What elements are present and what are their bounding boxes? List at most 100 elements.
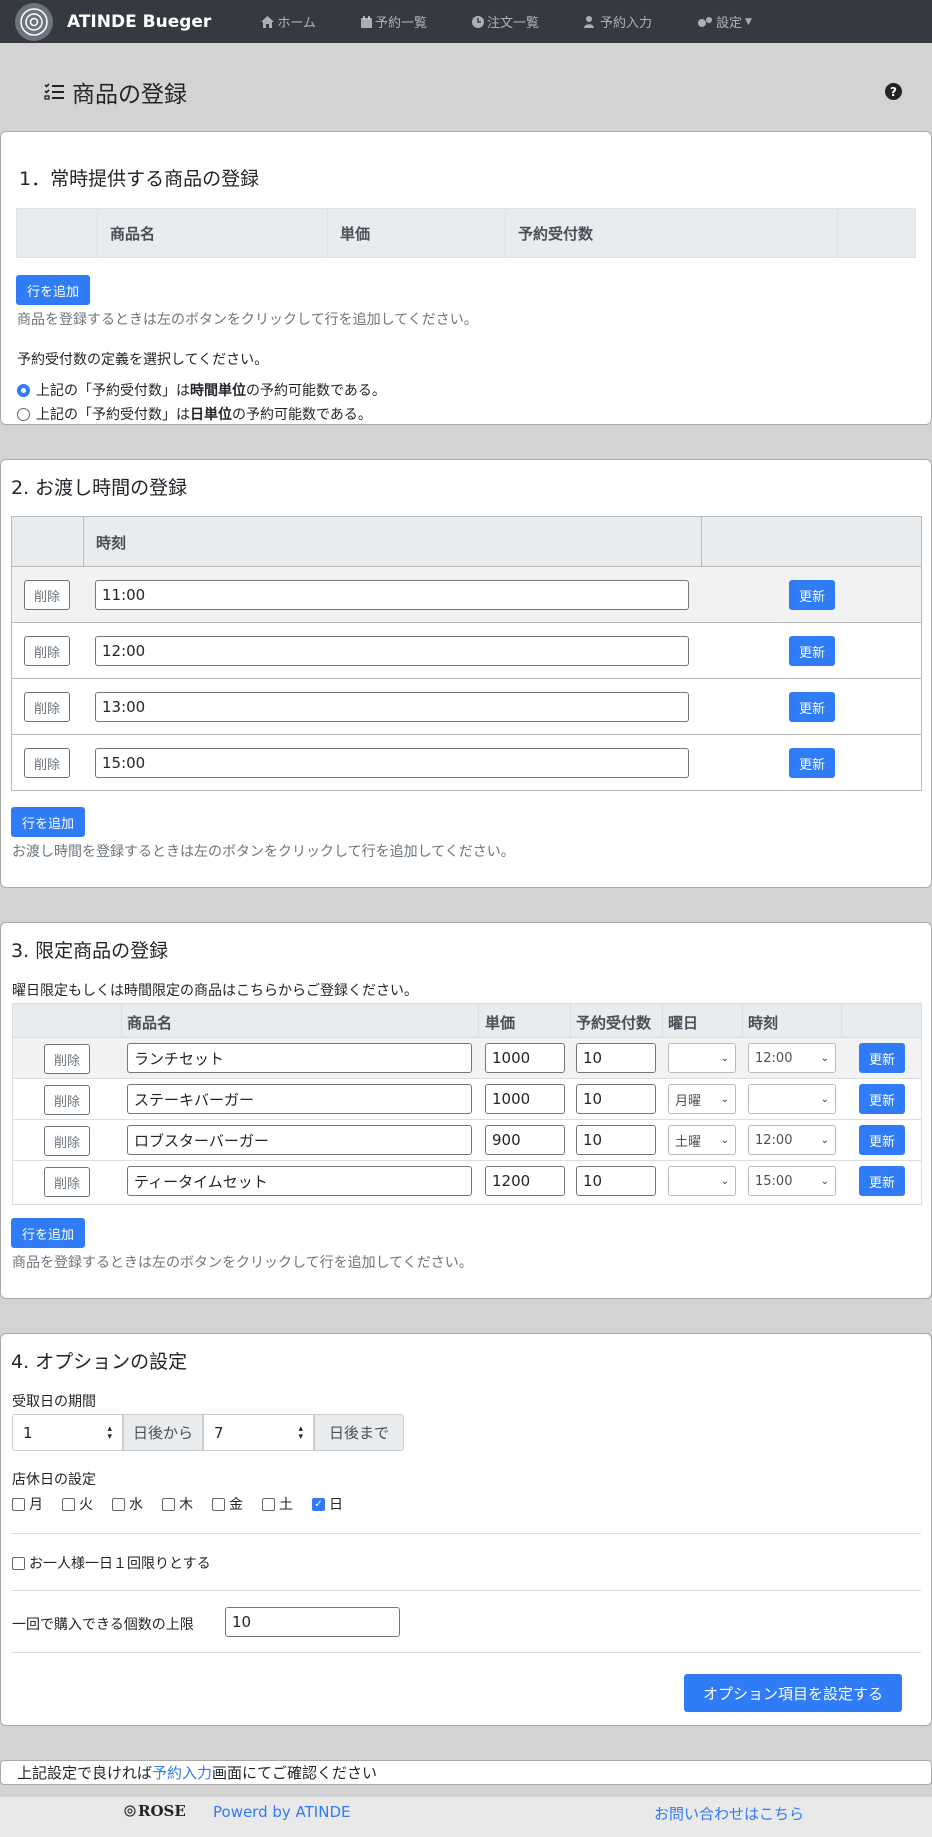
delete-button[interactable]: 削除	[44, 1085, 90, 1115]
delete-button[interactable]: 削除	[24, 580, 70, 610]
chevron-down-icon: ⌄	[720, 1175, 729, 1187]
radio-day-unit[interactable]: 上記の「予約受付数」は日単位の予約可能数である。	[17, 404, 372, 424]
weekday-select[interactable]: ⌄	[668, 1166, 736, 1196]
closed-day-wed-checkbox[interactable]	[112, 1497, 125, 1511]
weekday-select[interactable]: ⌄	[668, 1043, 736, 1073]
nav-reserve-input[interactable]: 予約入力	[583, 12, 652, 31]
delete-button[interactable]: 削除	[24, 692, 70, 722]
limited-products-table: 商品名 単価 予約受付数 曜日 時刻 削除 ⌄ 12:00⌄ 更新 削除 月曜⌄	[12, 1003, 922, 1205]
radio-day-unit-control[interactable]	[17, 407, 30, 421]
update-button[interactable]: 更新	[859, 1125, 905, 1155]
section4-title: 4. オプションの設定	[11, 1351, 188, 1373]
nav-home[interactable]: ホーム	[261, 12, 316, 31]
once-per-day-checkbox[interactable]	[12, 1556, 25, 1570]
table-row: 削除 土曜⌄ 12:00⌄ 更新	[13, 1120, 921, 1161]
update-button[interactable]: 更新	[789, 580, 835, 610]
rose-logo-icon[interactable]	[15, 2, 53, 41]
header-unit-price: 単価	[340, 225, 371, 243]
closed-day-tue-checkbox[interactable]	[62, 1497, 75, 1511]
price-input[interactable]	[485, 1084, 565, 1114]
update-button[interactable]: 更新	[789, 636, 835, 666]
radio-time-unit-control[interactable]	[17, 383, 30, 397]
qty-input[interactable]	[576, 1084, 656, 1114]
update-button[interactable]: 更新	[859, 1043, 905, 1073]
price-input[interactable]	[485, 1166, 565, 1196]
product-name-input[interactable]	[127, 1084, 472, 1114]
closed-day-fri-checkbox[interactable]	[212, 1497, 225, 1511]
regular-products-table-header: 商品名 単価 予約受付数	[16, 208, 916, 258]
divider	[11, 1590, 921, 1591]
notice-pre-text: 上記設定で良ければ	[17, 1764, 153, 1782]
radio-time-unit[interactable]: 上記の「予約受付数」は時間単位の予約可能数である。	[17, 380, 386, 400]
price-input[interactable]	[485, 1125, 565, 1155]
closed-day-thu[interactable]: 木	[162, 1494, 212, 1514]
table-row: 削除 ⌄ 12:00⌄ 更新	[13, 1038, 921, 1079]
qty-input[interactable]	[576, 1166, 656, 1196]
once-per-day-option[interactable]: お一人様一日１回限りとする	[12, 1553, 211, 1573]
closed-day-thu-checkbox[interactable]	[162, 1497, 175, 1511]
qty-input[interactable]	[576, 1043, 656, 1073]
updown-icon: ▴ ▾	[107, 1423, 112, 1442]
time-select[interactable]: 15:00 ⌄	[748, 1166, 836, 1196]
pickup-to-select[interactable]: 7 ▴ ▾	[203, 1414, 314, 1451]
delete-button[interactable]: 削除	[44, 1167, 90, 1197]
delete-button[interactable]: 削除	[44, 1044, 90, 1074]
section2-title: 2. お渡し時間の登録	[11, 477, 188, 499]
section-limited-products: 3. 限定商品の登録 曜日限定もしくは時間限定の商品はこちらからご登録ください。…	[0, 922, 932, 1299]
question-circle-icon[interactable]: ?	[885, 83, 902, 100]
divider	[11, 1652, 921, 1653]
update-button[interactable]: 更新	[859, 1084, 905, 1114]
delete-button[interactable]: 削除	[24, 636, 70, 666]
nav-settings-dropdown[interactable]: 設定 ▼	[697, 12, 752, 31]
add-row-button[interactable]: 行を追加	[11, 807, 85, 837]
reservation-input-link[interactable]: 予約入力	[152, 1762, 212, 1783]
table-row: 削除 更新	[12, 679, 921, 735]
nav-reservations[interactable]: 予約一覧	[360, 12, 427, 31]
update-button[interactable]: 更新	[789, 692, 835, 722]
update-button[interactable]: 更新	[789, 748, 835, 778]
table-row: 削除 更新	[12, 623, 921, 679]
purchase-limit-input[interactable]	[225, 1607, 400, 1637]
brand-name[interactable]: ATINDE Bueger	[67, 12, 211, 32]
nav-reserve-input-label: 予約入力	[599, 16, 652, 31]
chevron-down-icon: ⌄	[820, 1175, 829, 1187]
price-input[interactable]	[485, 1043, 565, 1073]
qty-input[interactable]	[576, 1125, 656, 1155]
gears-icon	[697, 16, 712, 27]
closed-day-sun[interactable]: ✓ 日	[312, 1494, 362, 1514]
contact-link[interactable]: お問い合わせはこちら	[654, 1803, 804, 1824]
closed-day-sat[interactable]: 土	[262, 1494, 312, 1514]
add-row-button[interactable]: 行を追加	[11, 1218, 85, 1248]
time-input[interactable]	[95, 580, 689, 610]
weekday-select[interactable]: 土曜 ⌄	[668, 1125, 736, 1155]
time-select[interactable]: 12:00 ⌄	[748, 1125, 836, 1155]
weekday-select[interactable]: 月曜 ⌄	[668, 1084, 736, 1114]
nav-reservations-label: 予約一覧	[374, 16, 427, 31]
closed-day-sat-checkbox[interactable]	[262, 1497, 275, 1511]
product-name-input[interactable]	[127, 1166, 472, 1196]
delete-button[interactable]: 削除	[44, 1126, 90, 1156]
closed-day-sun-checkbox[interactable]: ✓	[312, 1497, 325, 1511]
time-select[interactable]: 12:00 ⌄	[748, 1043, 836, 1073]
time-input[interactable]	[95, 748, 689, 778]
closed-day-tue[interactable]: 火	[62, 1494, 112, 1514]
pickup-from-select[interactable]: 1 ▴ ▾	[12, 1414, 123, 1451]
set-options-button[interactable]: オプション項目を設定する	[684, 1674, 902, 1712]
product-name-input[interactable]	[127, 1043, 472, 1073]
nav-orders[interactable]: 注文一覧	[471, 12, 539, 31]
delete-button[interactable]: 削除	[24, 748, 70, 778]
closed-day-wed[interactable]: 水	[112, 1494, 162, 1514]
section1-help-text: 商品を登録するときは左のボタンをクリックして行を追加してください。	[17, 312, 478, 328]
time-input[interactable]	[95, 692, 689, 722]
product-name-input[interactable]	[127, 1125, 472, 1155]
closed-day-fri[interactable]: 金	[212, 1494, 262, 1514]
update-button[interactable]: 更新	[859, 1166, 905, 1196]
clock-icon	[471, 15, 484, 28]
closed-day-mon-checkbox[interactable]	[12, 1497, 25, 1511]
powered-by-link[interactable]: Powerd by ATINDE	[213, 1803, 350, 1821]
closed-day-mon[interactable]: 月	[12, 1494, 62, 1514]
time-input[interactable]	[95, 636, 689, 666]
updown-icon: ▴ ▾	[298, 1423, 303, 1442]
add-row-button[interactable]: 行を追加	[16, 275, 90, 305]
time-select[interactable]: ⌄	[748, 1084, 836, 1114]
